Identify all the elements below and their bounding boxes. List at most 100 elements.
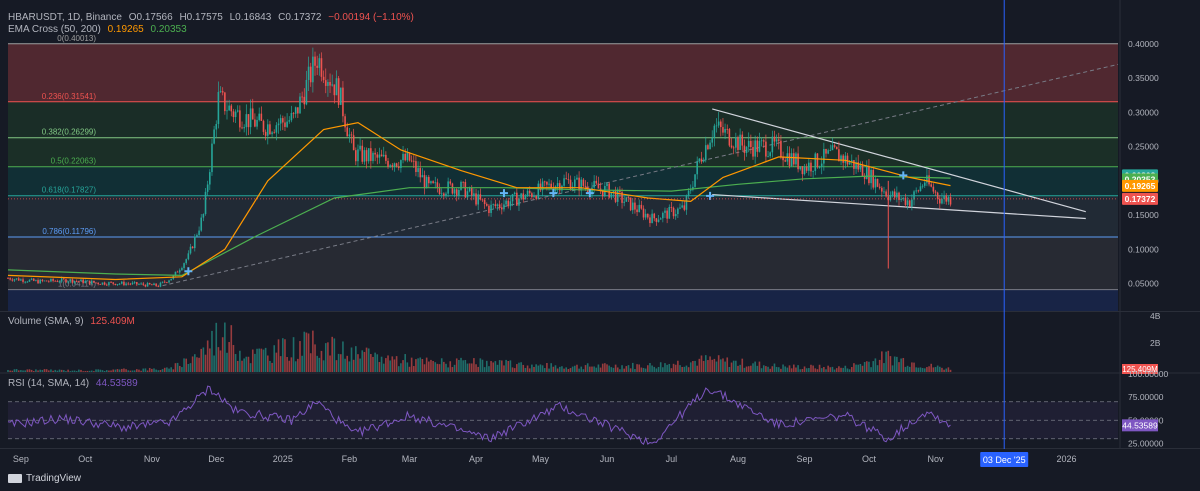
volume-bar [26, 369, 29, 372]
candle-body [187, 253, 190, 260]
volume-bar [449, 361, 452, 372]
candle-body [50, 278, 52, 282]
candle-body [176, 271, 179, 273]
volume-bar [488, 366, 490, 372]
candle-body [262, 120, 265, 132]
candle-body [221, 91, 224, 93]
candle-body [112, 282, 115, 284]
volume-bar [539, 364, 542, 372]
ema-header: EMA Cross (50, 200) 0.19265 0.20353 [8, 24, 191, 35]
candle-body [818, 166, 821, 168]
volume-bar [434, 362, 437, 372]
candle-body [88, 280, 91, 284]
candle-body [567, 178, 570, 180]
volume-bar [198, 357, 200, 372]
candle-body [462, 181, 464, 183]
volume-bar [780, 368, 782, 372]
volume-bar [737, 365, 739, 372]
volume-bar [932, 367, 935, 372]
fib-label: 0.236(0.31541) [42, 92, 97, 101]
volume-bar [904, 366, 907, 372]
volume-bar [928, 366, 930, 372]
crosshair-date-label: 03 Dec '25 [983, 455, 1026, 465]
tradingview-icon [8, 474, 22, 483]
volume-bar [17, 370, 20, 372]
candle-body [228, 105, 230, 111]
volume-bar [653, 366, 656, 372]
candle-body [361, 145, 364, 162]
candle-body [133, 282, 136, 283]
candle-body [762, 140, 765, 142]
volume-bar [771, 366, 774, 372]
candle-body [501, 207, 503, 210]
volume-bar [898, 362, 900, 372]
candle-body [702, 160, 705, 162]
candle-body [670, 206, 673, 208]
tradingview-logo[interactable]: TradingView [8, 473, 81, 484]
volume-bar [674, 364, 677, 372]
volume-bar [683, 366, 686, 372]
volume-bar [153, 368, 155, 372]
candle-body [704, 145, 707, 161]
x-tick-label: Sep [13, 454, 29, 464]
candle-body [780, 140, 782, 158]
volume-bar [385, 358, 387, 372]
candle-body [943, 195, 945, 199]
x-tick-label: Feb [342, 454, 358, 464]
volume-bar [885, 351, 887, 372]
candle-body [842, 155, 844, 163]
candle-body [735, 137, 737, 148]
candle-body [750, 140, 752, 148]
volume-bar [930, 363, 933, 372]
candle-body [483, 200, 486, 205]
candle-body [144, 284, 147, 287]
candle-body [395, 163, 398, 167]
candle-body [327, 82, 329, 86]
candle-body [314, 56, 316, 66]
volume-bar [408, 366, 411, 372]
candle-body [543, 181, 546, 183]
volume-bar [138, 369, 140, 372]
volume-bar [363, 351, 366, 372]
volume-bar [436, 363, 439, 372]
candle-body [758, 140, 761, 152]
volume-bar [812, 365, 814, 372]
fib-label: 0.382(0.26299) [42, 128, 97, 137]
candle-body [771, 136, 774, 153]
volume-bar [451, 367, 454, 372]
candle-body [490, 204, 492, 213]
volume-bar [896, 356, 898, 372]
candle-body [874, 178, 877, 188]
candle-body [58, 281, 61, 283]
candle-body [397, 166, 400, 168]
candle-body [722, 127, 724, 133]
volume-bar [619, 369, 621, 372]
candle-body [784, 160, 787, 162]
volume-bar [71, 370, 74, 372]
candle-body [178, 270, 181, 273]
candle-body [655, 218, 658, 222]
volume-bar [367, 348, 370, 372]
volume-bar [767, 366, 769, 372]
candle-body [417, 168, 419, 173]
volume-bar [93, 371, 95, 372]
candle-body [146, 282, 149, 287]
candle-body [346, 127, 349, 137]
candle-body [546, 181, 548, 185]
volume-bar [732, 360, 735, 372]
x-tick-label: Dec [208, 454, 225, 464]
volume-bar [301, 355, 303, 372]
volume-bar [833, 369, 836, 372]
volume-bar [217, 347, 220, 372]
volume-bar [200, 348, 203, 372]
candle-body [685, 195, 688, 210]
candle-body [631, 202, 634, 211]
volume-bar [503, 365, 505, 372]
volume-bar [728, 366, 731, 372]
volume-bar [863, 362, 866, 372]
candle-body [711, 137, 714, 143]
price-chart[interactable]: 0(0.40013) 0.236(0.31541) 0.382(0.26299) 0.… [0, 0, 1200, 491]
volume-bar [342, 341, 344, 372]
volume-bar [777, 367, 780, 372]
candle-body [24, 281, 26, 283]
